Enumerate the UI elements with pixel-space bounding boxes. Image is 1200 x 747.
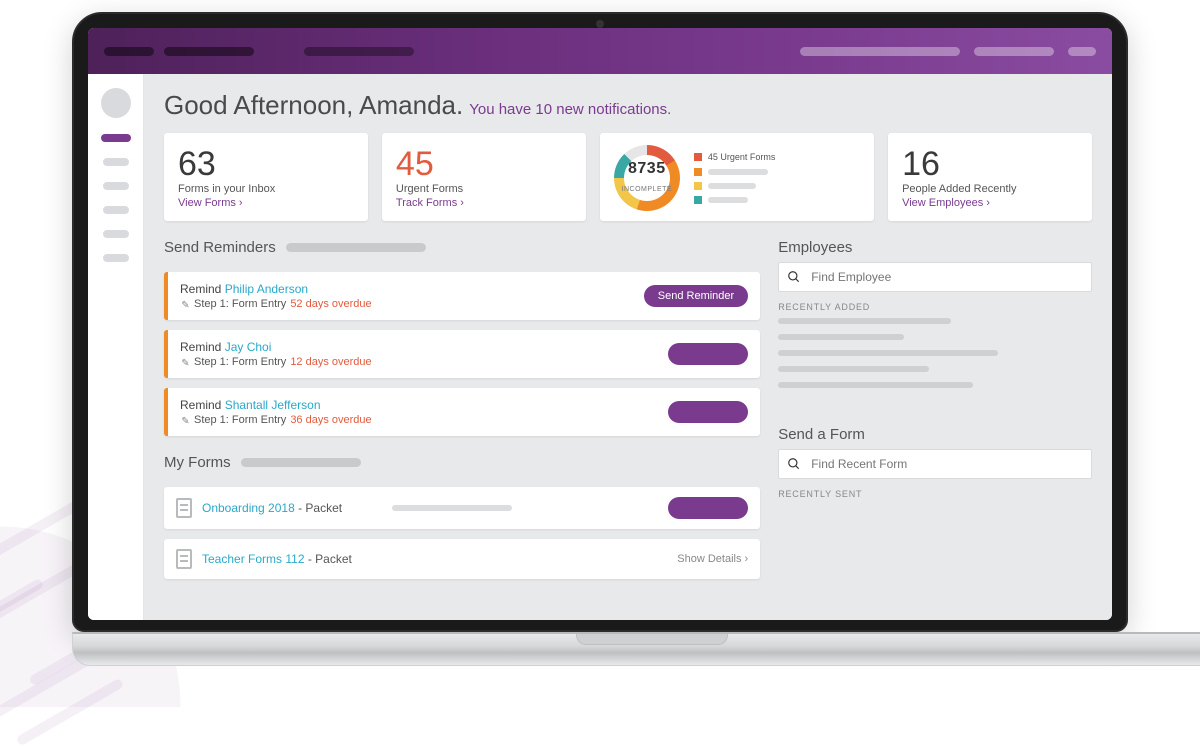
recently-added-list [778, 318, 1092, 388]
search-icon [787, 270, 801, 284]
reminder-row: Remind Jay Choi Step 1: Form Entry 12 da… [164, 330, 760, 378]
search-icon [787, 457, 801, 471]
stat-urgent: 45 Urgent Forms Track Forms › [382, 133, 586, 221]
legend-swatch-teal [694, 196, 702, 204]
sidebar-item-4[interactable] [103, 206, 129, 214]
reminder-due: 36 days overdue [290, 414, 371, 426]
reminders-header-placeholder [286, 243, 426, 252]
stat-donut-card: 8735 INCOMPLETE 45 Urgent Forms [600, 133, 874, 221]
reminder-due: 12 days overdue [290, 356, 371, 368]
document-icon [176, 549, 192, 569]
reminder-due: 52 days overdue [290, 298, 371, 310]
myforms-header-placeholder [241, 458, 361, 467]
reminder-name[interactable]: Philip Anderson [225, 282, 308, 296]
stat-people: 16 People Added Recently View Employees … [888, 133, 1092, 221]
send-form-title: Send a Form [778, 426, 865, 443]
reminder-row: Remind Philip Anderson Step 1: Form Entr… [164, 272, 760, 320]
pencil-icon [178, 297, 192, 311]
stat-inbox-link[interactable]: View Forms › [178, 197, 354, 209]
employee-search[interactable] [778, 262, 1092, 292]
icon-sidebar [88, 74, 144, 620]
brand-text-placeholder [164, 47, 254, 56]
reminder-name[interactable]: Jay Choi [225, 340, 272, 354]
greeting-note[interactable]: You have 10 new notifications. [469, 101, 671, 118]
form-search[interactable] [778, 449, 1092, 479]
form-suffix: - Packet [305, 552, 352, 566]
greeting-title: Good Afternoon, Amanda. [164, 90, 463, 121]
recently-added-label: RECENTLY ADDED [778, 302, 1092, 312]
form-row[interactable]: Onboarding 2018 - Packet . [164, 487, 760, 529]
stat-inbox-value: 63 [178, 147, 354, 181]
reminder-step: Step 1: Form Entry [194, 298, 286, 310]
stat-urgent-value: 45 [396, 147, 572, 181]
form-name[interactable]: Onboarding 2018 [202, 501, 295, 515]
show-details-link[interactable]: Show Details › [677, 553, 748, 565]
recently-sent-label: RECENTLY SENT [778, 489, 1092, 499]
reminder-prefix: Remind [180, 398, 225, 412]
legend-swatch-red [694, 153, 702, 161]
stat-people-link[interactable]: View Employees › [902, 197, 1078, 209]
donut-sublabel: INCOMPLETE [622, 186, 673, 193]
laptop-keyboard [72, 632, 1200, 666]
laptop-frame: Good Afternoon, Amanda. You have 10 new … [72, 12, 1128, 666]
stat-people-label: People Added Recently [902, 183, 1078, 195]
avatar[interactable] [101, 88, 131, 118]
nav-right-item-3[interactable] [1068, 47, 1096, 56]
myforms-title: My Forms [164, 454, 231, 471]
myforms-header: My Forms [164, 454, 760, 471]
sidebar-item-2[interactable] [103, 158, 129, 166]
nav-item-placeholder[interactable] [304, 47, 414, 56]
sidebar-item-active[interactable] [101, 134, 131, 142]
donut-chart: 8735 INCOMPLETE [614, 145, 680, 211]
legend-placeholder-3 [708, 183, 756, 189]
sidebar-item-6[interactable] [103, 254, 129, 262]
reminder-step: Step 1: Form Entry [194, 414, 286, 426]
form-row[interactable]: Teacher Forms 112 - Packet Show Details … [164, 539, 760, 579]
legend-swatch-orange [694, 168, 702, 176]
reminder-prefix: Remind [180, 340, 225, 354]
employees-header: Employees [778, 239, 1092, 256]
stat-inbox-label: Forms in your Inbox [178, 183, 354, 195]
employee-search-input[interactable] [809, 269, 1083, 285]
legend-label-1: 45 Urgent Forms [708, 152, 776, 162]
send-reminder-button[interactable]: Send Reminder [644, 285, 748, 307]
reminder-step: Step 1: Form Entry [194, 356, 286, 368]
stat-urgent-label: Urgent Forms [396, 183, 572, 195]
form-search-input[interactable] [809, 456, 1083, 472]
reminder-prefix: Remind [180, 282, 225, 296]
camera-dot [596, 20, 604, 28]
donut-value: 8735 [622, 160, 673, 178]
stat-urgent-link[interactable]: Track Forms › [396, 197, 572, 209]
pencil-icon [178, 413, 192, 427]
donut-legend: 45 Urgent Forms [694, 152, 776, 204]
form-name[interactable]: Teacher Forms 112 [202, 552, 305, 566]
reminder-row: Remind Shantall Jefferson Step 1: Form E… [164, 388, 760, 436]
nav-right-item-1[interactable] [800, 47, 960, 56]
brand-logo-placeholder [104, 47, 154, 56]
top-navbar [88, 28, 1112, 74]
document-icon [176, 498, 192, 518]
form-suffix: - Packet [295, 501, 342, 515]
form-detail-toggle[interactable]: . [668, 497, 748, 519]
reminders-header: Send Reminders [164, 239, 760, 256]
reminder-action-placeholder[interactable]: . [668, 401, 748, 423]
employees-title: Employees [778, 239, 852, 256]
legend-placeholder-4 [708, 197, 748, 203]
nav-right-item-2[interactable] [974, 47, 1054, 56]
form-placeholder [392, 505, 512, 511]
greeting-bar: Good Afternoon, Amanda. You have 10 new … [144, 74, 1112, 133]
reminder-name[interactable]: Shantall Jefferson [225, 398, 321, 412]
sidebar-item-5[interactable] [103, 230, 129, 238]
pencil-icon [178, 355, 192, 369]
legend-placeholder-2 [708, 169, 768, 175]
reminders-title: Send Reminders [164, 239, 276, 256]
reminder-action-placeholder[interactable]: . [668, 343, 748, 365]
stat-inbox: 63 Forms in your Inbox View Forms › [164, 133, 368, 221]
legend-swatch-yellow [694, 182, 702, 190]
sidebar-item-3[interactable] [103, 182, 129, 190]
send-form-header: Send a Form [778, 426, 1092, 443]
stat-people-value: 16 [902, 147, 1078, 181]
